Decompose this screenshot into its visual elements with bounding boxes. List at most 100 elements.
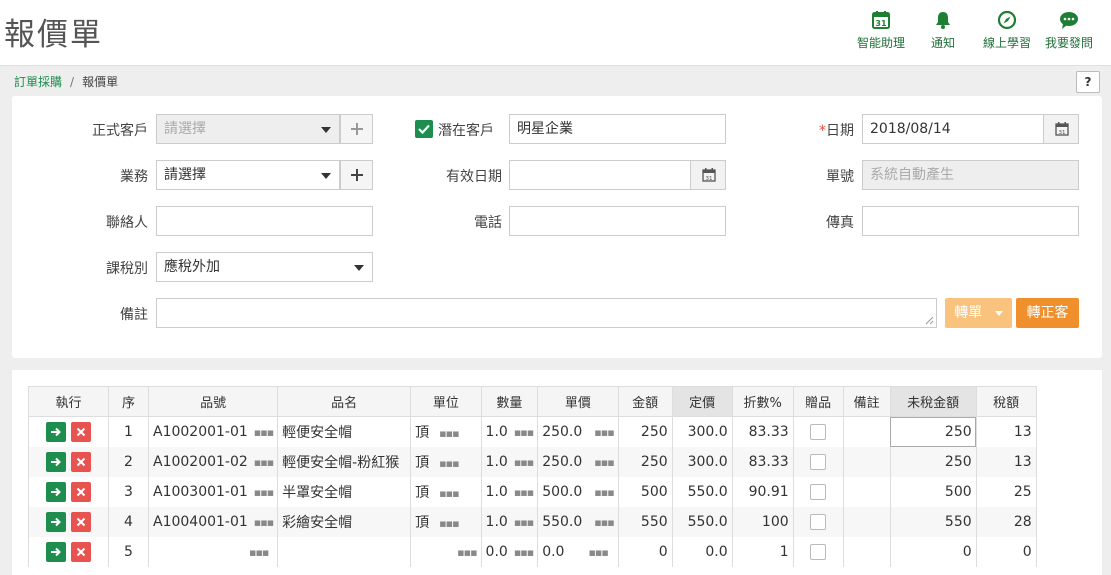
row-qty-cell[interactable]: 0.0 ▪▪▪ xyxy=(480,536,539,567)
row-qty-cell[interactable]: 1.0 ▪▪▪ xyxy=(480,416,539,447)
row-qty: 1.0 xyxy=(485,423,508,440)
execute-row-button[interactable] xyxy=(46,451,66,472)
execute-row-button[interactable] xyxy=(46,511,66,532)
row-unit-cell[interactable]: 頂 ▪▪▪ xyxy=(410,446,482,477)
ellipsis-icon[interactable]: ▪▪▪ xyxy=(457,546,477,559)
breadcrumb-parent-link[interactable]: 訂單採購 xyxy=(14,75,62,89)
ellipsis-icon[interactable]: ▪▪▪ xyxy=(514,456,534,469)
row-price-cell[interactable]: 500.0 ▪▪▪ xyxy=(537,476,619,507)
row-remark[interactable] xyxy=(842,416,891,447)
execute-row-button[interactable] xyxy=(46,481,66,502)
row-qty-cell[interactable]: 1.0 ▪▪▪ xyxy=(480,506,539,537)
notification-button[interactable]: 通知 xyxy=(928,10,958,58)
row-price-cell[interactable]: 250.0 ▪▪▪ xyxy=(537,416,619,447)
potential-customer-checkbox[interactable] xyxy=(415,120,433,138)
row-code-cell[interactable]: A1003001-01 ▪▪▪ xyxy=(147,476,279,507)
ellipsis-icon[interactable]: ▪▪▪ xyxy=(514,546,534,559)
gift-checkbox[interactable] xyxy=(810,453,827,470)
row-qty-cell[interactable]: 1.0 ▪▪▪ xyxy=(480,476,539,507)
ellipsis-icon[interactable]: ▪▪▪ xyxy=(588,546,608,559)
delete-row-button[interactable] xyxy=(71,511,91,532)
row-remark[interactable] xyxy=(842,506,891,537)
ellipsis-icon[interactable]: ▪▪▪ xyxy=(514,516,534,529)
row-qty-cell[interactable]: 1.0 ▪▪▪ xyxy=(480,446,539,477)
ellipsis-icon[interactable]: ▪▪▪ xyxy=(439,487,459,500)
ellipsis-icon[interactable]: ▪▪▪ xyxy=(594,426,614,439)
gift-checkbox[interactable] xyxy=(810,483,827,500)
customer-select[interactable]: 請選擇 xyxy=(156,114,340,144)
online-learning-button[interactable]: 線上學習 xyxy=(982,10,1032,58)
gift-checkbox[interactable] xyxy=(810,423,827,440)
ellipsis-icon[interactable]: ▪▪▪ xyxy=(514,426,534,439)
row-unit-cell[interactable]: ▪▪▪ xyxy=(410,536,482,567)
sales-select[interactable]: 請選擇 xyxy=(156,160,340,190)
delete-row-button[interactable] xyxy=(71,481,91,502)
execute-row-button[interactable] xyxy=(46,421,66,442)
row-name[interactable]: 輕便安全帽 xyxy=(277,416,412,447)
row-code-cell[interactable]: ▪▪▪ xyxy=(147,536,279,567)
row-code-cell[interactable]: A1004001-01 ▪▪▪ xyxy=(147,506,279,537)
row-remark[interactable] xyxy=(842,536,891,567)
phone-input[interactable] xyxy=(509,206,726,236)
add-sales-button[interactable] xyxy=(340,160,373,190)
ellipsis-icon[interactable]: ▪▪▪ xyxy=(594,516,614,529)
tax-type-select[interactable]: 應稅外加 xyxy=(156,252,373,282)
row-name[interactable]: 輕便安全帽-粉紅猴 xyxy=(277,446,412,477)
row-code-cell[interactable]: A1002001-02 ▪▪▪ xyxy=(147,446,279,477)
delete-row-button[interactable] xyxy=(71,451,91,472)
row-code-cell[interactable]: A1002001-01 ▪▪▪ xyxy=(147,416,279,447)
row-name[interactable]: 彩繪安全帽 xyxy=(277,506,412,537)
resize-grip-icon[interactable] xyxy=(925,316,934,325)
convert-to-customer-button[interactable]: 轉正客 xyxy=(1016,298,1079,328)
row-name[interactable] xyxy=(277,536,412,567)
ellipsis-icon[interactable]: ▪▪▪ xyxy=(254,516,274,529)
help-button[interactable]: ? xyxy=(1076,71,1100,93)
smart-assistant-button[interactable]: 31 智能助理 xyxy=(856,10,906,58)
fax-input[interactable] xyxy=(862,206,1079,236)
contact-input[interactable] xyxy=(156,206,373,236)
delete-row-button[interactable] xyxy=(71,541,91,562)
ellipsis-icon[interactable]: ▪▪▪ xyxy=(594,486,614,499)
row-discount[interactable]: 90.91 xyxy=(731,476,794,507)
execute-row-button[interactable] xyxy=(46,541,66,562)
add-customer-button[interactable] xyxy=(340,114,373,144)
row-remark[interactable] xyxy=(842,476,891,507)
row-net-amount: 550 xyxy=(889,506,977,537)
ellipsis-icon[interactable]: ▪▪▪ xyxy=(254,426,274,439)
gift-checkbox[interactable] xyxy=(810,513,827,530)
phone-label: 電話 xyxy=(474,215,502,231)
ellipsis-icon[interactable]: ▪▪▪ xyxy=(254,486,274,499)
date-calendar-button[interactable]: 31 xyxy=(1043,114,1079,144)
row-unit-cell[interactable]: 頂 ▪▪▪ xyxy=(410,416,482,447)
remark-textarea[interactable] xyxy=(156,298,937,328)
convert-order-dropdown[interactable]: 轉單 xyxy=(945,298,1012,328)
ellipsis-icon[interactable]: ▪▪▪ xyxy=(249,546,269,559)
ask-question-button[interactable]: 我要發問 xyxy=(1044,10,1094,58)
valid-date-input[interactable] xyxy=(509,160,691,190)
row-price-cell[interactable]: 550.0 ▪▪▪ xyxy=(537,506,619,537)
ellipsis-icon[interactable]: ▪▪▪ xyxy=(594,456,614,469)
row-discount[interactable]: 83.33 xyxy=(731,446,794,477)
row-remark[interactable] xyxy=(842,446,891,477)
row-discount[interactable]: 100 xyxy=(731,506,794,537)
ellipsis-icon[interactable]: ▪▪▪ xyxy=(439,457,459,470)
row-unit-cell[interactable]: 頂 ▪▪▪ xyxy=(410,476,482,507)
potential-customer-input[interactable]: 明星企業 xyxy=(509,114,726,144)
ellipsis-icon[interactable]: ▪▪▪ xyxy=(439,427,459,440)
ellipsis-icon[interactable]: ▪▪▪ xyxy=(254,456,274,469)
valid-date-calendar-button[interactable]: 31 xyxy=(690,160,726,190)
row-unit-cell[interactable]: 頂 ▪▪▪ xyxy=(410,506,482,537)
row-code: A1004001-01 xyxy=(153,513,248,530)
row-name[interactable]: 半罩安全帽 xyxy=(277,476,412,507)
date-input[interactable]: 2018/08/14 xyxy=(862,114,1044,144)
ellipsis-icon[interactable]: ▪▪▪ xyxy=(439,517,459,530)
row-unit: 頂 xyxy=(415,514,430,531)
row-price-cell[interactable]: 0.0 ▪▪▪ xyxy=(537,536,619,567)
row-discount[interactable]: 83.33 xyxy=(731,416,794,447)
row-price: 250.0 xyxy=(542,453,583,470)
row-discount[interactable]: 1 xyxy=(731,536,794,567)
gift-checkbox[interactable] xyxy=(810,543,827,560)
delete-row-button[interactable] xyxy=(71,421,91,442)
row-price-cell[interactable]: 250.0 ▪▪▪ xyxy=(537,446,619,477)
ellipsis-icon[interactable]: ▪▪▪ xyxy=(514,486,534,499)
